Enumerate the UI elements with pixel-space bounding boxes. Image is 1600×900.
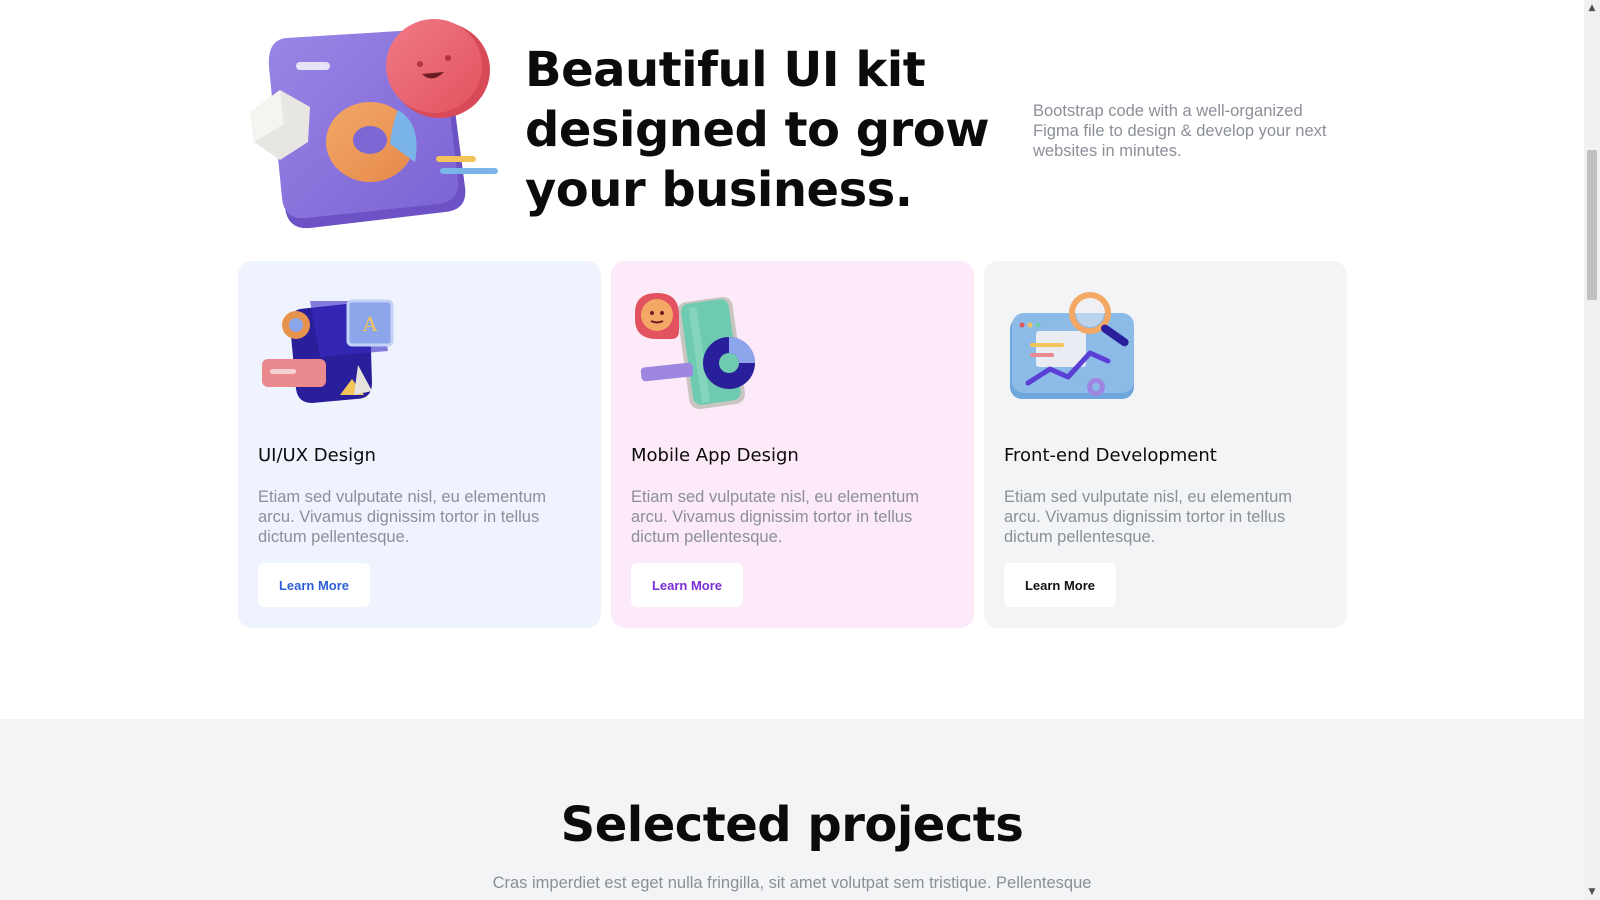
page-scrollbar[interactable]: ▲ ▼ [1584,0,1600,900]
card-description: Etiam sed vulputate nisl, eu elementum a… [258,488,546,546]
service-card-frontend: Front-end Development Etiam sed vulputat… [984,261,1347,628]
browser-chart-illustration [1010,292,1134,399]
hero-title: Beautiful UI kit designed to grow your b… [525,42,990,218]
design-shapes-illustration: A [262,299,394,403]
projects-title: Selected projects [560,797,1024,853]
hero-illustration [250,19,498,229]
learn-more-button[interactable]: Learn More [631,563,743,607]
scroll-up-icon[interactable]: ▲ [1584,0,1600,16]
projects-section: Selected projects Cras imperdiet est ege… [0,719,1584,900]
mobile-phone-illustration [635,293,755,410]
projects-description: Cras imperdiet est eget nulla fringilla,… [492,874,1092,892]
learn-more-button[interactable]: Learn More [258,563,370,607]
scroll-down-icon[interactable]: ▼ [1584,884,1600,900]
svg-text:A: A [362,312,378,336]
card-title: Mobile App Design [631,445,799,466]
learn-more-button[interactable]: Learn More [1004,563,1116,607]
card-description: Etiam sed vulputate nisl, eu elementum a… [1004,488,1292,546]
service-card-mobile: Mobile App Design Etiam sed vulputate ni… [611,261,974,628]
hero-description: Bootstrap code with a well-organized Fig… [1033,102,1327,160]
page: Beautiful UI kit designed to grow your b… [0,0,1584,900]
card-title: UI/UX Design [258,445,376,466]
card-description: Etiam sed vulputate nisl, eu elementum a… [631,488,919,546]
scroll-thumb[interactable] [1587,150,1597,300]
card-title: Front-end Development [1004,445,1217,466]
service-card-uiux: A UI/UX Design Etiam sed vulputate nisl,… [238,261,601,628]
